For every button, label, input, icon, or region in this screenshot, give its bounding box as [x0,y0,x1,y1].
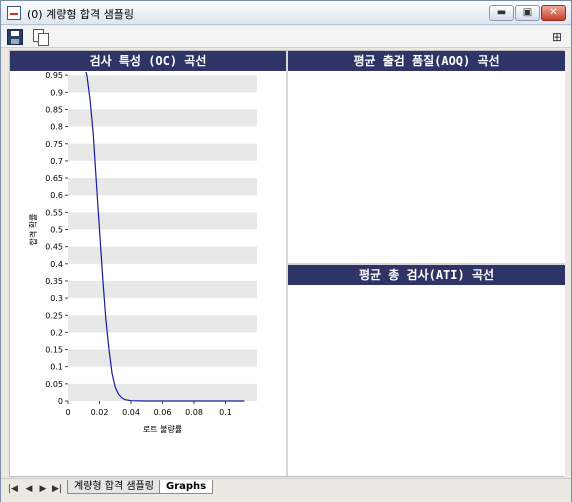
grid-band [68,212,257,230]
y-axis-label: 합격 확률 [28,214,38,246]
y-tick-label: 0.7 [50,157,63,166]
close-icon: ✕ [549,7,558,18]
nav-last-button[interactable]: ▶| [51,484,63,494]
graphs-area: 검사 특성 (OC) 곡선 0 0.05 0.1 0.15 0.2 0.25 0.3 0.35… [9,50,565,477]
aoq-curve-panel: 평균 출검 품질(AOQ) 곡선 00.0020.0040.0060.0080.… [288,51,565,263]
ati-curve-chart: 5001,0001,5002,0002,50000.020.040.060.08… [288,286,565,476]
y-tick-label: 0.5 [50,226,63,235]
y-tick-label: 0.8 [50,123,63,132]
aoq-curve-chart: 00.0020.0040.0060.0080.010.0120.01400.02… [288,72,565,263]
restore-icon: ▣ [522,7,533,18]
y-tick-label: 0.1 [50,363,63,372]
y-tick-label: 0 [58,397,63,406]
grid-band [68,109,257,127]
y-tick-label: 0.2 [50,328,63,337]
close-button[interactable]: ✕ [541,5,566,21]
window: (0) 계량형 합격 샘플링 ▬ ▣ ✕ ⊞ 검사 특성 (OC) 곡선 0 0.… [0,0,572,502]
restore-button[interactable]: ▣ [515,5,540,21]
x-tick-label: 0.1 [219,408,232,417]
y-tick-label: 0.15 [45,346,63,355]
x-tick-label: 0.08 [185,408,203,417]
nav-next-button[interactable]: ▶ [37,484,49,494]
nav-prev-button[interactable]: ◀ [23,484,35,494]
y-tick-label: 0.75 [45,140,63,149]
y-tick-label: 0.45 [45,243,63,252]
tab-acceptance-sampling[interactable]: 계량형 합격 샘플링 [67,480,161,494]
x-tick-label: 0.04 [122,408,140,417]
ati-curve-title: 평균 총 검사(ATI) 곡선 [288,265,565,285]
app-icon [7,6,21,20]
grid-band [68,246,257,264]
minimize-button[interactable]: ▬ [489,5,514,21]
grid-band [68,315,257,333]
toolbar: ⊞ [1,26,571,48]
copy-icon[interactable] [33,29,49,46]
oc-curve-panel: 검사 특성 (OC) 곡선 0 0.05 0.1 0.15 0.2 0.25 0.3 0.35… [10,51,286,476]
tab-graphs[interactable]: Graphs [159,480,214,494]
sheet-tab-bar: |◀ ◀ ▶ ▶| 계량형 합격 샘플링 Graphs [1,478,571,502]
graph-options-icon[interactable]: ⊞ [549,29,565,45]
y-tick-label: 0.9 [50,88,63,97]
x-tick-label: 0.06 [154,408,172,417]
oc-curve-title: 검사 특성 (OC) 곡선 [10,51,286,71]
grid-band [68,280,257,299]
y-tick-label: 0.6 [50,191,63,200]
y-tick-label: 0.05 [45,380,63,389]
nav-first-button[interactable]: |◀ [7,484,19,494]
y-tick-label: 0.35 [45,277,63,286]
title-bar[interactable]: (0) 계량형 합격 샘플링 ▬ ▣ ✕ [1,1,571,25]
grid-band [68,349,257,367]
y-tick-label: 0.25 [45,311,63,320]
grid-band [68,75,257,93]
aoq-curve-title: 평균 출검 품질(AOQ) 곡선 [288,51,565,71]
y-tick-label: 0.4 [50,260,63,269]
ati-curve-panel: 평균 총 검사(ATI) 곡선 5001,0001,5002,0002,5000… [288,265,565,476]
oc-curve-chart: 0 0.05 0.1 0.15 0.2 0.25 0.3 0.35 0.4 0.45 0.5 0.55… [28,72,257,434]
y-tick-label: 0.95 [45,72,63,80]
minimize-icon: ▬ [496,7,507,18]
window-title: (0) 계량형 합격 샘플링 [27,8,135,21]
x-tick-label: 0.02 [91,408,109,417]
y-tick-label: 0.55 [45,208,63,217]
y-tick-label: 0.3 [50,294,63,303]
x-axis-label: 로트 불량률 [143,424,182,434]
x-tick-label: 0 [65,408,70,417]
grid-band [68,143,257,161]
y-tick-label: 0.85 [45,105,63,114]
save-icon[interactable] [7,29,23,45]
y-tick-label: 0.65 [45,174,63,183]
grid-band [68,383,257,401]
